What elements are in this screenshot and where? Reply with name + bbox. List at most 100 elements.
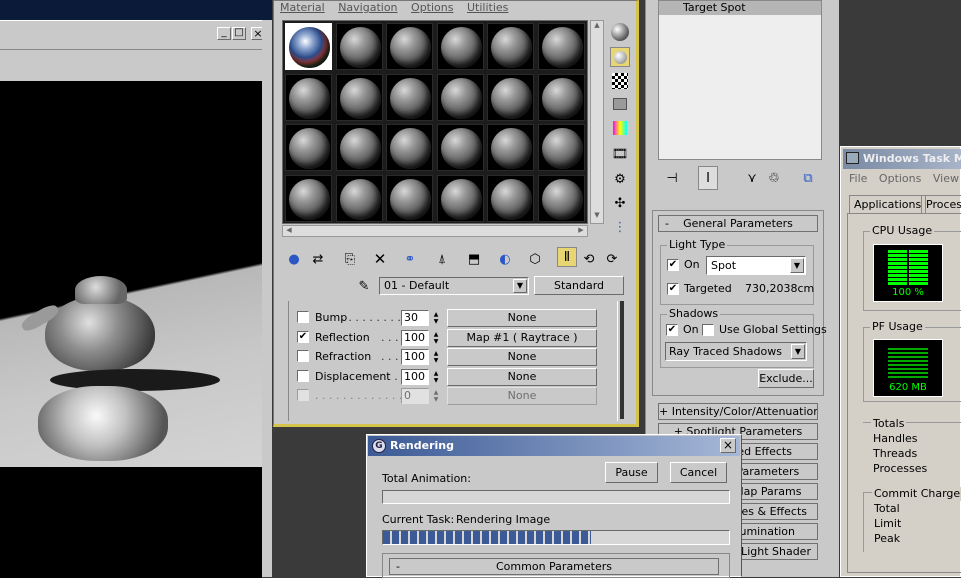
map-amount-field[interactable]: 100 xyxy=(401,349,429,365)
get-material-icon[interactable]: ● xyxy=(284,249,304,269)
tab-applications[interactable]: Applications xyxy=(849,195,927,213)
map-enable-checkbox[interactable] xyxy=(297,389,309,401)
backlight-icon[interactable] xyxy=(610,47,630,67)
menu-view[interactable]: View xyxy=(933,172,959,185)
sample-slot[interactable] xyxy=(285,174,332,222)
sample-slot[interactable] xyxy=(285,73,332,121)
scroll-left-icon[interactable]: ◀ xyxy=(283,226,295,234)
light-on-checkbox[interactable]: ✔ xyxy=(667,259,679,271)
tab-processes[interactable]: Process xyxy=(921,195,961,213)
make-preview-icon[interactable]: 🎞 xyxy=(610,144,630,164)
map-enable-checkbox[interactable] xyxy=(297,350,309,362)
target-spot-item[interactable]: Target Spot xyxy=(659,1,821,15)
material-type-button[interactable]: Standard xyxy=(534,276,624,295)
pause-button[interactable]: Pause xyxy=(605,462,658,483)
sample-slot[interactable] xyxy=(487,73,534,121)
light-type-dropdown[interactable]: Spot ▼ xyxy=(706,256,806,275)
background-checker-icon[interactable] xyxy=(612,73,628,89)
sample-slot[interactable] xyxy=(436,174,484,222)
map-amount-field[interactable]: 100 xyxy=(401,329,429,346)
menu-options[interactable]: Options xyxy=(411,1,453,14)
assign-to-selection-icon[interactable]: ⎘ xyxy=(340,249,360,269)
sample-slot[interactable] xyxy=(285,124,332,171)
amount-spinner-icon[interactable]: ▲ ▼ xyxy=(432,331,440,345)
menu-options[interactable]: Options xyxy=(879,172,921,185)
put-to-scene-icon[interactable]: ⇄ xyxy=(308,249,328,269)
go-forward-sibling-icon[interactable]: ⟲ xyxy=(579,249,599,269)
menu-navigation[interactable]: Navigation xyxy=(338,1,397,14)
slots-vscrollbar[interactable]: ▲ ▼ xyxy=(590,20,604,224)
eyedropper-icon[interactable]: ✎ xyxy=(354,276,374,296)
sample-slot[interactable] xyxy=(537,174,585,222)
scroll-down-icon[interactable]: ▼ xyxy=(591,211,603,223)
sample-slot[interactable] xyxy=(386,73,433,121)
general-parameters-rollout[interactable]: - General Parameters xyxy=(658,215,818,232)
shadow-type-dropdown[interactable]: Ray Traced Shadows ▼ xyxy=(665,342,807,361)
sample-slot[interactable] xyxy=(386,174,433,222)
amount-spinner-icon[interactable]: ▲ ▼ xyxy=(432,370,440,384)
scroll-right-icon[interactable]: ▶ xyxy=(575,226,587,234)
material-effects-channel-icon[interactable]: ⬒ xyxy=(464,249,484,269)
sample-uv-icon[interactable] xyxy=(613,98,627,110)
map-amount-field[interactable]: 100 xyxy=(401,368,429,385)
exclude-button[interactable]: Exclude... xyxy=(758,369,814,388)
map-button[interactable]: None xyxy=(447,309,597,327)
sample-slot[interactable] xyxy=(487,23,534,70)
map-enable-checkbox[interactable] xyxy=(297,311,309,323)
sample-slot[interactable] xyxy=(436,23,484,70)
chevron-down-icon[interactable]: ▼ xyxy=(791,344,805,359)
select-by-material-icon[interactable]: ✣ xyxy=(610,193,630,213)
sample-slot[interactable] xyxy=(335,174,383,222)
sample-slot[interactable] xyxy=(335,124,383,171)
chevron-down-icon[interactable]: ▼ xyxy=(513,279,527,293)
video-color-check-icon[interactable] xyxy=(613,121,627,135)
map-button[interactable]: None xyxy=(447,348,597,366)
maximize-button[interactable]: □ xyxy=(232,27,246,40)
amount-spinner-icon[interactable]: ▲ ▼ xyxy=(432,311,440,325)
reset-map-icon[interactable]: ✕ xyxy=(370,249,390,269)
make-unique-icon[interactable]: ⚭ xyxy=(400,249,420,269)
options-icon[interactable]: ⚙ xyxy=(610,169,630,189)
pick-material-icon[interactable]: ⟳ xyxy=(602,249,622,269)
sample-slot[interactable] xyxy=(537,73,585,121)
common-parameters-rollout[interactable]: - Common Parameters xyxy=(389,558,719,575)
configure-sets-icon[interactable]: ⧉ xyxy=(798,168,818,188)
show-end-result-icon[interactable]: ⬡ xyxy=(525,249,545,269)
material-navigator-icon[interactable]: ⋮ xyxy=(610,217,630,237)
material-name-dropdown[interactable]: 01 - Default ▼ xyxy=(379,277,529,295)
amount-spinner-icon[interactable]: ▲ ▼ xyxy=(432,350,440,364)
light-rollout[interactable]: + Intensity/Color/Attenuation xyxy=(658,403,818,420)
chevron-down-icon[interactable]: ▼ xyxy=(790,258,804,273)
map-button[interactable]: None xyxy=(447,387,597,405)
menu-material[interactable]: Material xyxy=(280,1,325,14)
sample-slot[interactable] xyxy=(285,23,332,70)
sample-slot[interactable] xyxy=(537,23,585,70)
map-button[interactable]: Map #1 ( Raytrace ) xyxy=(447,328,597,347)
put-to-library-icon[interactable]: ⍋ xyxy=(432,249,452,269)
map-button[interactable]: None xyxy=(447,367,597,386)
go-to-parent-icon[interactable]: Ⅱ xyxy=(557,247,577,267)
sample-slot[interactable] xyxy=(487,124,534,171)
targeted-checkbox[interactable]: ✔ xyxy=(667,283,679,295)
sample-slot[interactable] xyxy=(537,124,585,171)
scroll-up-icon[interactable]: ▲ xyxy=(591,21,603,33)
sample-slot[interactable] xyxy=(386,23,433,70)
show-map-in-viewport-icon[interactable]: ◐ xyxy=(495,249,515,269)
remove-modifier-icon[interactable]: ♲ xyxy=(764,168,784,188)
close-icon[interactable]: × xyxy=(720,438,736,453)
sample-slot[interactable] xyxy=(386,124,433,171)
amount-spinner-icon[interactable]: ▲ ▼ xyxy=(432,389,440,403)
sample-slot[interactable] xyxy=(436,124,484,171)
menu-file[interactable]: File xyxy=(849,172,867,185)
show-end-result-toggle-icon[interactable]: Ⅰ xyxy=(698,166,718,190)
sample-slot[interactable] xyxy=(335,73,383,121)
make-unique-modifier-icon[interactable]: ⋎ xyxy=(742,168,762,188)
slots-hscrollbar[interactable]: ◀ ▶ xyxy=(282,225,588,237)
sample-slot[interactable] xyxy=(436,73,484,121)
map-amount-field[interactable]: 0 xyxy=(401,388,429,404)
sample-type-icon[interactable] xyxy=(611,23,629,41)
use-global-checkbox[interactable] xyxy=(702,324,714,336)
map-enable-checkbox[interactable] xyxy=(297,369,309,382)
cancel-button[interactable]: Cancel xyxy=(670,462,727,483)
sample-slot[interactable] xyxy=(487,174,534,222)
